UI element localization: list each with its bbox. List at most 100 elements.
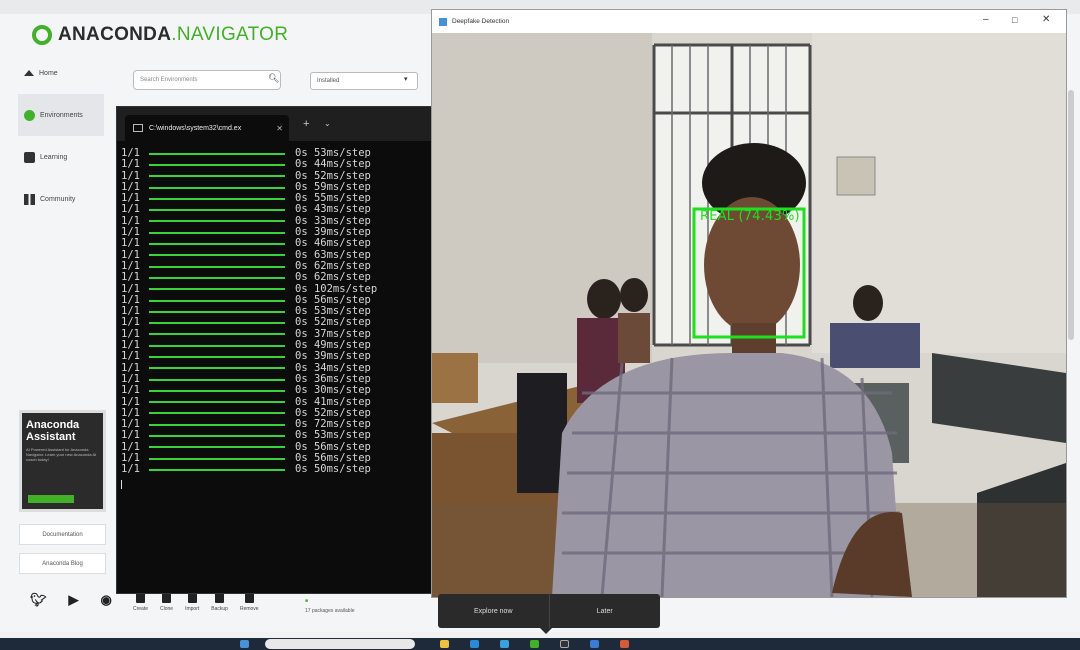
step-time: 0s 39ms/step bbox=[295, 350, 371, 363]
assistant-description: AI Powered Assistant for Anaconda Naviga… bbox=[26, 447, 97, 462]
later-button[interactable]: Later bbox=[548, 594, 661, 628]
terminal-line: 1/1 0s 56ms/step bbox=[121, 452, 433, 464]
clone-env-button[interactable]: Clone bbox=[160, 592, 173, 626]
sidebar-item-label: Environments bbox=[40, 111, 83, 119]
terminal-tab[interactable]: C:\windows\system32\cmd.ex ✕ bbox=[125, 115, 289, 141]
chevron-down-icon[interactable]: ▾ bbox=[404, 75, 408, 83]
terminal-line: 1/1 0s 39ms/step bbox=[121, 350, 433, 363]
terminal-line: 1/1 0s 53ms/step bbox=[121, 147, 433, 159]
sidebar-item-home[interactable]: Home bbox=[18, 52, 104, 94]
weather-widget[interactable] bbox=[10, 640, 90, 648]
close-button[interactable]: ✕ bbox=[1042, 14, 1050, 25]
step-time: 0s 44ms/step bbox=[295, 158, 371, 171]
progress-bar bbox=[149, 152, 285, 155]
step-count: 1/1 bbox=[121, 350, 140, 363]
taskbar bbox=[0, 638, 1080, 650]
progress-bar bbox=[149, 220, 285, 223]
terminal-cursor bbox=[121, 479, 122, 489]
progress-bar bbox=[149, 457, 285, 460]
github-icon[interactable]: ◉ bbox=[101, 592, 112, 608]
new-tab-button[interactable]: + bbox=[303, 118, 309, 130]
progress-bar bbox=[149, 389, 285, 392]
search-environments-input[interactable]: Search Environments bbox=[133, 70, 281, 90]
anaconda-ring-icon bbox=[32, 25, 52, 45]
terminal-icon bbox=[133, 124, 143, 132]
status-dot-icon: ■ bbox=[305, 598, 309, 604]
navigator-scrollbar[interactable] bbox=[1068, 90, 1074, 340]
taskbar-search-input[interactable] bbox=[265, 639, 415, 649]
step-time: 0s 50ms/step bbox=[295, 463, 371, 476]
deepfake-detection-window[interactable]: Deepfake Detection – □ ✕ REAL (74.43%) bbox=[431, 9, 1067, 598]
sidebar-item-label: Community bbox=[40, 195, 76, 203]
file-explorer-icon[interactable] bbox=[440, 640, 449, 648]
progress-bar bbox=[149, 435, 285, 438]
maximize-button[interactable]: □ bbox=[1012, 15, 1017, 25]
terminal-output: 1/1 0s 53ms/step 1/1 0s 44ms/step 1/1 0s 52ms… bbox=[121, 147, 433, 489]
progress-bar bbox=[149, 423, 285, 426]
step-count: 1/1 bbox=[121, 158, 140, 171]
progress-bar bbox=[149, 197, 285, 200]
terminal-line: 1/1 0s 62ms/step bbox=[121, 271, 433, 283]
start-icon[interactable] bbox=[240, 640, 249, 648]
terminal-line: 1/1 0s 55ms/step bbox=[121, 192, 433, 204]
minimize-button[interactable]: – bbox=[983, 14, 989, 25]
sidebar-item-community[interactable]: Community bbox=[18, 178, 104, 220]
store-icon[interactable] bbox=[500, 640, 509, 648]
search-icon[interactable]: 🔍︎ bbox=[268, 73, 279, 84]
detection-label: REAL (74.43%) bbox=[700, 209, 800, 224]
window-title: Deepfake Detection bbox=[452, 18, 510, 25]
terminal-line: 1/1 0s 36ms/step bbox=[121, 373, 433, 385]
anaconda-taskbar-icon[interactable] bbox=[530, 640, 539, 648]
edge-icon[interactable] bbox=[470, 640, 479, 648]
terminal-taskbar-icon[interactable] bbox=[560, 640, 569, 648]
terminal-line: 1/1 0s 56ms/step bbox=[121, 441, 433, 453]
window-titlebar[interactable]: Deepfake Detection – □ ✕ bbox=[432, 10, 1066, 33]
terminal-line: 1/1 0s 53ms/step bbox=[121, 430, 433, 442]
community-icon bbox=[24, 193, 35, 205]
assistant-title: Anaconda Assistant bbox=[26, 419, 80, 443]
notification-popup: Explore now Later bbox=[438, 594, 660, 628]
progress-bar bbox=[149, 276, 285, 279]
terminal-window[interactable]: C:\windows\system32\cmd.ex ✕ + ⌄ 1/1 0s 5… bbox=[116, 106, 435, 594]
learning-icon bbox=[24, 151, 35, 163]
home-icon bbox=[24, 70, 34, 76]
popup-pointer bbox=[540, 628, 552, 634]
step-count: 1/1 bbox=[121, 237, 140, 250]
social-links: 🐦︎ ▶ ◉ bbox=[30, 592, 112, 608]
progress-bar bbox=[149, 322, 285, 325]
progress-bar bbox=[149, 299, 285, 302]
camera-frame bbox=[432, 33, 1066, 597]
assistant-cta-button[interactable] bbox=[28, 495, 74, 503]
anaconda-assistant-card[interactable]: Anaconda Assistant AI Powered Assistant … bbox=[19, 410, 106, 512]
app-taskbar-icon[interactable] bbox=[620, 640, 629, 648]
progress-bar bbox=[149, 186, 285, 189]
python-taskbar-icon[interactable] bbox=[590, 640, 599, 648]
terminal-line: 1/1 0s 34ms/step bbox=[121, 362, 433, 374]
explore-now-button[interactable]: Explore now bbox=[438, 608, 549, 615]
sidebar-item-environments[interactable]: Environments bbox=[18, 94, 104, 136]
terminal-line: 1/1 0s 46ms/step bbox=[121, 237, 433, 250]
chevron-down-icon[interactable]: ⌄ bbox=[324, 119, 331, 128]
progress-bar bbox=[149, 163, 285, 166]
terminal-line: 1/1 0s 43ms/step bbox=[121, 204, 433, 216]
progress-bar bbox=[149, 265, 285, 268]
create-env-button[interactable]: Create bbox=[133, 592, 148, 626]
progress-bar bbox=[149, 401, 285, 404]
import-env-button[interactable]: Import bbox=[185, 592, 199, 626]
close-tab-icon[interactable]: ✕ bbox=[276, 124, 283, 133]
terminal-line: 1/1 0s 50ms/step bbox=[121, 463, 433, 476]
remove-env-button[interactable]: Remove bbox=[240, 592, 259, 626]
anaconda-blog-link[interactable]: Anaconda Blog bbox=[19, 553, 106, 574]
logo-secondary-text: .NAVIGATOR bbox=[171, 24, 289, 45]
terminal-line: 1/1 0s 59ms/step bbox=[121, 181, 433, 193]
twitter-icon[interactable]: 🐦︎ bbox=[30, 592, 47, 608]
sidebar-item-learning[interactable]: Learning bbox=[18, 136, 104, 178]
environment-filter-select[interactable]: Installed bbox=[310, 72, 418, 90]
terminal-tab-bar: C:\windows\system32\cmd.ex ✕ + ⌄ bbox=[117, 107, 435, 141]
youtube-icon[interactable]: ▶ bbox=[69, 592, 79, 608]
terminal-line: 1/1 0s 53ms/step bbox=[121, 305, 433, 317]
documentation-link[interactable]: Documentation bbox=[19, 524, 106, 545]
terminal-line: 1/1 0s 30ms/step bbox=[121, 384, 433, 396]
backup-env-button[interactable]: Backup bbox=[211, 592, 228, 626]
progress-bar bbox=[149, 310, 285, 313]
